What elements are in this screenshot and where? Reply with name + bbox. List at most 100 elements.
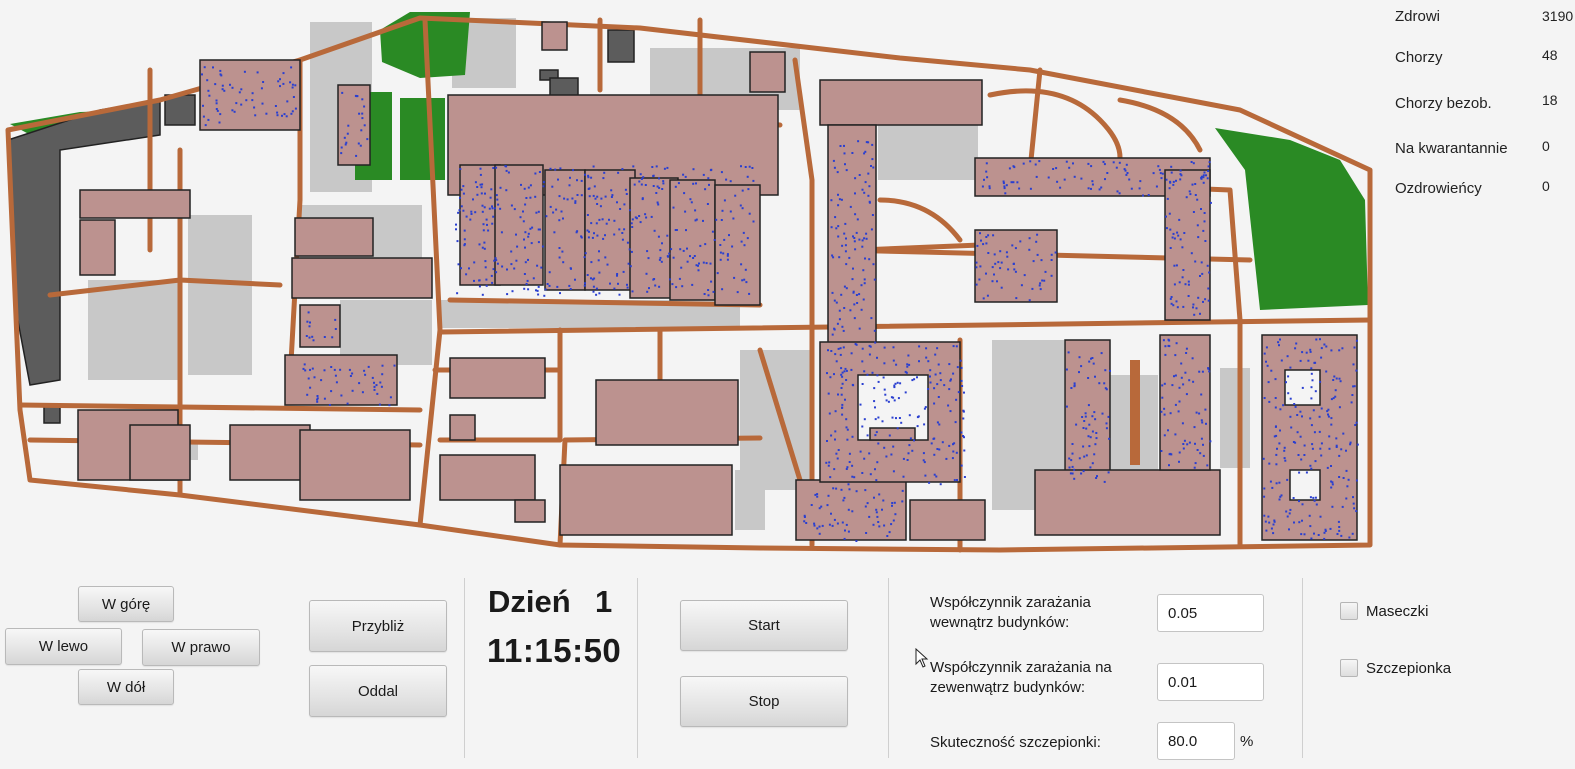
- person-dot: [542, 185, 545, 188]
- move-down-button[interactable]: W dół: [78, 669, 174, 705]
- checkbox-box[interactable]: [1340, 659, 1358, 677]
- move-left-button[interactable]: W lewo: [5, 628, 122, 665]
- person-dot: [830, 512, 832, 515]
- person-dot: [843, 152, 846, 155]
- person-dot: [323, 336, 326, 338]
- person-dot: [309, 321, 311, 324]
- person-dot: [580, 179, 583, 182]
- person-dot: [307, 377, 310, 380]
- person-dot: [1179, 238, 1182, 241]
- person-dot: [908, 414, 911, 417]
- person-dot: [863, 418, 866, 421]
- person-dot: [510, 250, 513, 253]
- person-dot: [923, 423, 926, 426]
- person-dot: [834, 430, 837, 433]
- person-dot: [1310, 424, 1313, 427]
- person-dot: [548, 284, 551, 287]
- vaccine-efficacy-input[interactable]: [1157, 722, 1235, 760]
- person-dot: [709, 262, 712, 265]
- person-dot: [874, 418, 877, 421]
- person-dot: [719, 251, 722, 254]
- person-dot: [933, 453, 936, 456]
- person-dot: [1170, 165, 1173, 168]
- person-dot: [463, 229, 466, 232]
- person-dot: [954, 421, 957, 424]
- person-dot: [207, 118, 210, 121]
- person-dot: [1275, 482, 1278, 485]
- person-dot: [747, 188, 750, 191]
- person-dot: [826, 440, 828, 442]
- person-dot: [639, 173, 642, 176]
- building: [1159, 334, 1211, 471]
- stop-button[interactable]: Stop: [680, 676, 848, 727]
- zoom-out-button[interactable]: Oddal: [309, 665, 447, 717]
- zoom-in-button[interactable]: Przybliż: [309, 600, 447, 652]
- person-dot: [856, 302, 859, 304]
- outdoor-infection-input[interactable]: [1157, 663, 1264, 701]
- person-dot: [1088, 423, 1091, 426]
- person-dot: [628, 248, 631, 251]
- person-dot: [854, 177, 857, 180]
- person-dot: [583, 284, 586, 287]
- person-dot: [1330, 417, 1333, 420]
- campus-map[interactable]: [0, 0, 1380, 565]
- masks-checkbox[interactable]: Maseczki: [1340, 602, 1429, 620]
- person-dot: [1139, 180, 1142, 183]
- person-dot: [720, 219, 723, 221]
- person-dot: [882, 376, 885, 379]
- person-dot: [323, 369, 326, 372]
- person-dot: [220, 74, 223, 77]
- person-dot: [892, 519, 895, 522]
- person-dot: [1204, 240, 1207, 242]
- person-dot: [736, 291, 739, 294]
- person-dot: [1183, 439, 1186, 442]
- person-dot: [875, 431, 878, 434]
- person-dot: [833, 327, 836, 330]
- person-dot: [1159, 172, 1162, 175]
- person-dot: [837, 204, 840, 207]
- person-dot: [841, 244, 844, 247]
- person-dot: [1038, 284, 1041, 287]
- person-dot: [1199, 312, 1201, 315]
- dark-building: [607, 29, 635, 63]
- person-dot: [1289, 366, 1292, 369]
- person-dot: [1292, 441, 1295, 443]
- person-dot: [861, 188, 864, 191]
- checkbox-box[interactable]: [1340, 602, 1358, 620]
- person-dot: [584, 282, 586, 285]
- person-dot: [827, 392, 830, 395]
- person-dot: [845, 418, 848, 421]
- person-dot: [877, 416, 880, 419]
- start-button[interactable]: Start: [680, 600, 848, 651]
- person-dot: [1094, 443, 1097, 446]
- person-dot: [1084, 412, 1087, 415]
- vaccine-checkbox[interactable]: Szczepionka: [1340, 659, 1451, 677]
- move-right-button[interactable]: W prawo: [142, 629, 260, 666]
- person-dot: [652, 174, 655, 177]
- person-dot: [927, 360, 930, 363]
- indoor-infection-input[interactable]: [1157, 594, 1264, 632]
- person-dot: [697, 269, 700, 272]
- person-dot: [1011, 244, 1014, 247]
- person-dot: [251, 99, 254, 102]
- person-dot: [876, 374, 879, 377]
- move-up-button[interactable]: W górę: [78, 586, 174, 622]
- person-dot: [851, 510, 854, 513]
- person-dot: [672, 206, 675, 209]
- person-dot: [600, 197, 603, 200]
- person-dot: [462, 185, 465, 188]
- person-dot: [1015, 297, 1018, 300]
- person-dot: [1312, 409, 1315, 412]
- person-dot: [373, 385, 376, 388]
- person-dot: [863, 152, 866, 155]
- person-dot: [593, 232, 595, 235]
- person-dot: [861, 245, 864, 248]
- person-dot: [1294, 347, 1297, 350]
- person-dot: [1349, 443, 1352, 446]
- person-dot: [378, 403, 381, 406]
- person-dot: [1160, 177, 1163, 180]
- person-dot: [484, 266, 487, 269]
- person-dot: [863, 191, 866, 194]
- day-number: 1: [595, 584, 613, 619]
- person-dot: [253, 106, 256, 109]
